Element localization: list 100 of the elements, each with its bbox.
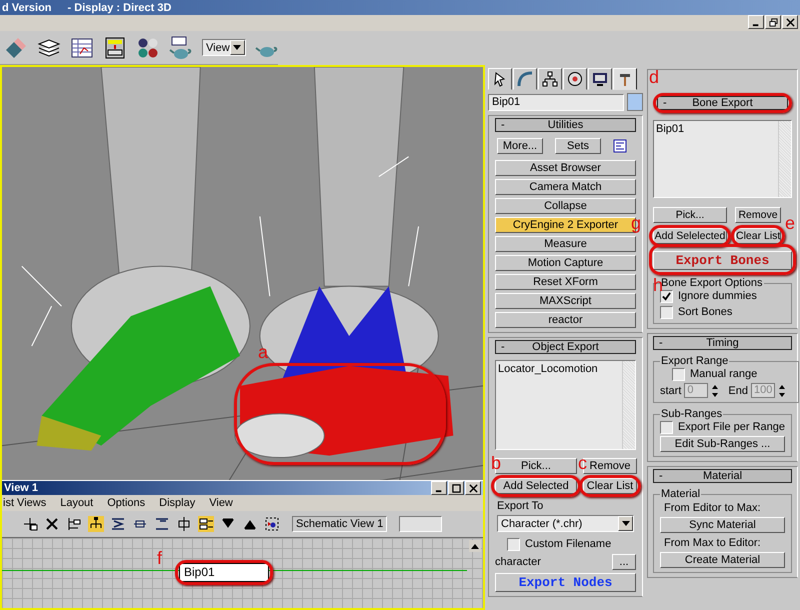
rollout-title: Timing	[706, 337, 739, 349]
close-icon[interactable]	[465, 481, 481, 495]
color-swatch[interactable]	[627, 93, 643, 111]
list-item[interactable]: Locator_Locomotion	[498, 363, 620, 375]
utility-button[interactable]: Motion Capture	[495, 255, 636, 271]
curve-icon[interactable]	[513, 68, 537, 90]
callout-letter: a	[258, 343, 268, 361]
close-icon[interactable]	[782, 15, 798, 29]
monitor-icon[interactable]	[588, 68, 612, 90]
spreadsheet-icon[interactable]	[70, 36, 94, 60]
utility-button[interactable]: Reset XForm	[495, 274, 636, 290]
arrange-icon[interactable]	[198, 516, 214, 532]
list-button[interactable]: Add Selelected	[653, 228, 727, 244]
maximize-icon[interactable]	[448, 481, 464, 495]
export-nodes-button[interactable]: Export Nodes	[495, 573, 636, 592]
list-box[interactable]: Bip01	[653, 120, 792, 198]
more-button[interactable]: More...	[497, 138, 543, 154]
minimize-icon[interactable]	[431, 481, 447, 495]
object-name-field[interactable]: Bip01	[488, 94, 624, 110]
checkbox[interactable]	[660, 290, 673, 302]
delete-icon[interactable]	[44, 516, 60, 532]
rollout-header[interactable]: - Material	[653, 469, 792, 483]
edit-sub-ranges-button[interactable]: Edit Sub-Ranges ...	[660, 436, 785, 452]
view-dropdown[interactable]: View	[202, 39, 246, 56]
field-label: Export To	[497, 500, 544, 512]
list-button[interactable]: Clear List	[583, 478, 637, 494]
group-title: Bone Export Options	[661, 277, 764, 289]
align-icon[interactable]	[154, 516, 170, 532]
utility-button[interactable]: MAXScript	[495, 293, 636, 309]
callout-letter: e	[784, 214, 795, 232]
export-to-dropdown[interactable]: Character (*.chr)	[497, 515, 634, 532]
spinner-arrows-icon[interactable]	[711, 384, 720, 398]
list-tree-icon[interactable]	[66, 516, 82, 532]
rollout-header[interactable]: - Bone Export	[657, 96, 788, 110]
checkbox-label: Custom Filename	[525, 538, 612, 550]
checkbox[interactable]	[672, 368, 685, 380]
browse-button[interactable]: ...	[612, 554, 636, 570]
create-material-button[interactable]: Create Material	[660, 552, 785, 568]
spinner-arrows-icon[interactable]	[778, 384, 786, 398]
group-title: Export Range	[660, 355, 730, 367]
rollout-header[interactable]: - Object Export	[495, 340, 636, 354]
scrollbar[interactable]	[622, 361, 635, 449]
viewport[interactable]: a View 1 ist Views Layout Options Display View Schematic View 1 Bip01 f	[0, 65, 485, 610]
utility-button[interactable]: Collapse	[495, 198, 636, 214]
cursor-icon[interactable]	[488, 68, 512, 90]
node[interactable]: Bip01	[179, 563, 269, 582]
scrollbar[interactable]	[778, 121, 791, 197]
window-title: d Version	[2, 2, 52, 14]
utility-button[interactable]: reactor	[495, 312, 636, 328]
sets-button[interactable]: Sets	[555, 138, 601, 154]
menu-item[interactable]: Options	[106, 497, 146, 509]
checkbox-label: Ignore dummies	[678, 290, 757, 302]
utility-button[interactable]: Asset Browser	[495, 160, 636, 176]
group-title: Material	[660, 488, 702, 500]
arrange-icon[interactable]	[176, 516, 192, 532]
utility-button[interactable]: Camera Match	[495, 179, 636, 195]
collapse-sign: -	[501, 119, 505, 131]
checkbox-label: Export File per Range	[678, 421, 785, 433]
configure-icon[interactable]	[613, 139, 627, 153]
list-box[interactable]: Locator_Locomotion	[495, 360, 636, 450]
menu-item[interactable]: ist Views	[2, 497, 48, 509]
menu-item[interactable]: View	[208, 497, 234, 509]
hierarchy-icon[interactable]	[538, 68, 562, 90]
hammer-icon[interactable]	[613, 68, 637, 90]
checkbox[interactable]	[660, 306, 673, 318]
menu-item[interactable]: Display	[158, 497, 196, 509]
filename-text: character	[495, 556, 541, 568]
field-label: End	[728, 384, 748, 396]
rollout-title: Material	[702, 470, 742, 482]
restore-icon[interactable]	[765, 15, 781, 29]
align-icon[interactable]	[110, 516, 126, 532]
rollout-title: Bone Export	[692, 97, 753, 109]
spheres-icon[interactable]	[136, 36, 160, 60]
caption: From Editor to Max:	[664, 502, 762, 514]
scroll-up-icon[interactable]	[469, 540, 481, 552]
minimize-icon[interactable]	[748, 15, 764, 29]
sync-material-button[interactable]: Sync Material	[660, 517, 785, 533]
panel-icon[interactable]	[103, 36, 127, 60]
eraser-icon[interactable]	[4, 36, 28, 60]
list-item[interactable]: Bip01	[656, 123, 776, 135]
view-name-field[interactable]: Schematic View 1	[292, 516, 387, 532]
select-icon[interactable]	[264, 516, 280, 532]
list-button[interactable]: Pick...	[653, 207, 727, 223]
utility-button[interactable]: Measure	[495, 236, 636, 252]
list-button[interactable]: Remove	[735, 207, 781, 223]
list-button[interactable]: Add Selected	[495, 478, 577, 494]
checkbox[interactable]	[507, 538, 520, 550]
export-bones-button[interactable]: Export Bones	[653, 251, 792, 270]
checkbox[interactable]	[660, 420, 673, 434]
connect-icon[interactable]	[22, 516, 38, 532]
caption: From Max to Editor:	[664, 537, 762, 549]
hierarchy-icon[interactable]	[88, 516, 104, 532]
callout-letter: f	[157, 549, 162, 567]
rollout-header[interactable]: - Timing	[653, 336, 792, 350]
teapot-icon[interactable]	[169, 36, 193, 60]
rollout-header[interactable]: - Utilities	[495, 118, 636, 132]
menu-item[interactable]: Layout	[59, 497, 94, 509]
search-field[interactable]	[399, 516, 442, 532]
checkbox-label: Manual range	[690, 368, 758, 380]
field-label: start	[660, 384, 682, 396]
